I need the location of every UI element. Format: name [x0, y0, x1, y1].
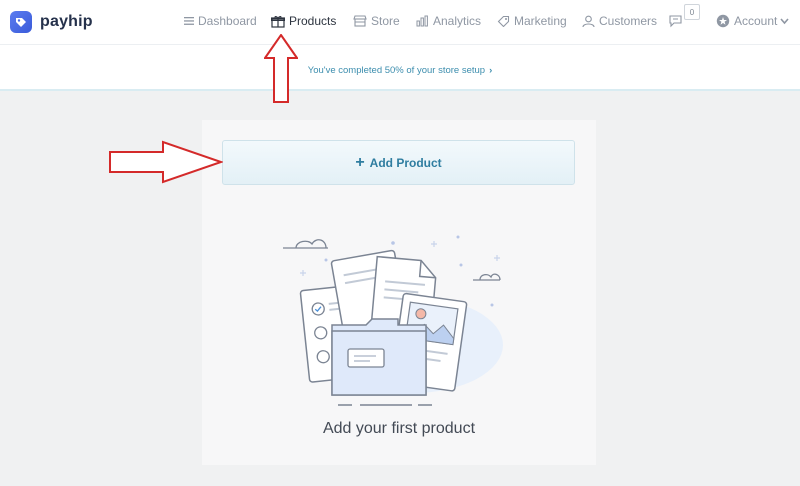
nav-dashboard-label: Dashboard: [198, 14, 257, 28]
nav-products[interactable]: Products: [271, 12, 336, 30]
brand-logo-link[interactable]: payhip: [10, 9, 93, 35]
setup-progress-text: You've completed 50% of your store setup: [307, 65, 486, 76]
payhip-logo-icon: [10, 11, 32, 33]
nav-analytics-label: Analytics: [433, 14, 482, 28]
nav-account-label: Account: [734, 14, 778, 28]
chat-bubble-icon: [669, 15, 682, 28]
chevron-down-icon: [780, 18, 789, 25]
bar-chart-icon: [416, 15, 428, 27]
nav-marketing[interactable]: Marketing: [497, 12, 567, 30]
nav-products-label: Products: [289, 14, 337, 28]
empty-state-illustration: [283, 235, 503, 406]
nav-account[interactable]: Account: [716, 12, 793, 30]
top-navigation: payhip Dashboard Products Store Analytic…: [0, 0, 800, 45]
nav-analytics[interactable]: Analytics: [416, 12, 481, 30]
nav-store-label: Store: [371, 14, 400, 28]
gift-box-icon: [271, 15, 285, 28]
add-product-label: Add Product: [369, 155, 442, 170]
tag-icon: [497, 15, 510, 27]
annotation-arrow-right-icon: [109, 140, 223, 184]
empty-state-message: Add your first product: [322, 420, 476, 437]
nav-marketing-label: Marketing: [514, 14, 567, 28]
user-icon: [582, 15, 595, 27]
add-product-button[interactable]: + Add Product: [222, 140, 575, 185]
nav-customers-label: Customers: [599, 14, 658, 28]
nav-store[interactable]: Store: [353, 12, 400, 30]
brand-name: payhip: [40, 13, 93, 30]
nav-dashboard[interactable]: Dashboard: [184, 12, 257, 30]
setup-progress-link[interactable]: You've completed 50% of your store setup…: [0, 65, 800, 76]
setup-progress-bar: You've completed 50% of your store setup…: [0, 45, 800, 91]
notification-count-badge: 0: [684, 4, 700, 20]
nav-customers[interactable]: Customers: [582, 12, 657, 30]
annotation-arrow-up-icon: [264, 34, 298, 103]
account-star-icon: [716, 14, 730, 28]
plus-icon: +: [355, 153, 365, 171]
menu-lines-icon: [184, 17, 194, 25]
storefront-icon: [353, 15, 367, 27]
chevron-right-icon: ›: [489, 65, 493, 76]
